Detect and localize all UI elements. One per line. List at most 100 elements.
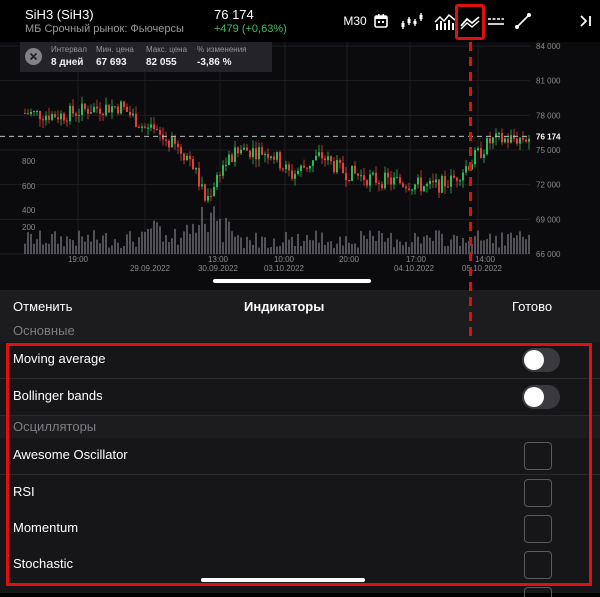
time-axis-label: 13:00 <box>208 255 229 264</box>
trend-icon[interactable] <box>455 4 485 40</box>
chart-type-icon[interactable] <box>398 8 428 34</box>
volume-bar <box>186 224 188 254</box>
volume-bar <box>183 231 185 254</box>
sheet-toolbar: Отменить Индикаторы Готово <box>0 290 600 320</box>
indicator-row-awesome[interactable]: Awesome Oscillator <box>0 438 600 475</box>
candle-body <box>96 106 98 109</box>
volume-bar <box>111 245 113 254</box>
volume-bar <box>273 238 275 254</box>
moving-average-toggle[interactable] <box>522 348 560 372</box>
candle-body <box>210 195 212 197</box>
candle-body <box>276 152 278 160</box>
indicator-row-momentum[interactable]: Momentum <box>0 511 600 548</box>
candle-body <box>447 186 449 188</box>
volume-bar <box>351 243 353 254</box>
momentum-checkbox[interactable] <box>524 515 552 543</box>
candle-body <box>24 113 26 115</box>
candle-body <box>261 147 263 155</box>
volume-bar <box>237 235 239 254</box>
candle-body <box>282 168 284 170</box>
candle-body <box>78 114 80 116</box>
volume-bar <box>201 206 203 254</box>
candle-body <box>90 112 92 114</box>
candle-body <box>42 119 44 121</box>
change-label: % изменения <box>197 45 247 54</box>
toggle-knob <box>524 387 544 407</box>
candle-body <box>243 147 245 150</box>
volume-bar <box>318 242 320 254</box>
candle-body <box>63 113 65 121</box>
done-button[interactable]: Готово <box>512 299 552 314</box>
volume-bar <box>180 237 182 254</box>
volume-bar <box>303 240 305 254</box>
awesome-checkbox[interactable] <box>524 442 552 470</box>
volume-bar <box>249 240 251 254</box>
volume-bar <box>402 245 404 254</box>
candle-body <box>225 164 227 166</box>
levels-icon[interactable] <box>485 8 507 34</box>
candle-body <box>339 160 341 163</box>
awesome-label: Awesome Oscillator <box>13 447 128 462</box>
date-axis-label: 04.10.2022 <box>394 264 435 273</box>
volume-bar <box>108 247 110 254</box>
volume-bar <box>399 241 401 254</box>
price-tick-label: 81 000 <box>536 77 561 86</box>
calendar-icon[interactable] <box>370 8 392 34</box>
close-info-button[interactable] <box>25 48 42 65</box>
candle-body <box>348 180 350 182</box>
timeframe-button[interactable]: M30 <box>340 8 370 34</box>
price-chart[interactable]: 84 000 81 000 78 000 75 000 72 000 69 000 66 0… <box>0 42 600 290</box>
volume-bar <box>30 233 32 254</box>
candle-body <box>483 154 485 158</box>
candle-body <box>366 180 368 186</box>
time-axis-label: 10:00 <box>274 255 295 264</box>
volume-bar <box>153 220 155 254</box>
volume-bar <box>309 240 311 254</box>
volume-bar <box>72 240 74 254</box>
volume-bar <box>144 231 146 254</box>
volume-bar <box>276 246 278 254</box>
ticker-name: SiH3 (SiH3) <box>25 7 94 22</box>
volume-bar <box>405 241 407 254</box>
rsi-checkbox[interactable] <box>524 479 552 507</box>
volume-bar <box>198 225 200 254</box>
candle-body <box>324 158 326 161</box>
candle-body <box>486 138 488 155</box>
volume-bar <box>102 235 104 254</box>
volume-bar <box>78 230 80 254</box>
indicator-row-bollinger[interactable]: Bollinger bands <box>0 379 600 416</box>
indicator-row-rsi[interactable]: RSI <box>0 475 600 512</box>
volume-bar <box>330 241 332 254</box>
candle-body <box>393 177 395 185</box>
volume-bar <box>252 244 254 254</box>
cancel-button[interactable]: Отменить <box>13 299 72 314</box>
current-price-label: 76 174 <box>536 132 561 141</box>
moving-average-label: Moving average <box>13 351 106 366</box>
candle-body <box>30 111 32 115</box>
volume-bar <box>258 247 260 254</box>
volume-bar <box>456 235 458 254</box>
stochastic-checkbox[interactable] <box>524 551 552 579</box>
volume-bar <box>120 247 122 254</box>
volume-bar <box>450 239 452 254</box>
volume-bar <box>174 228 176 254</box>
draw-line-icon[interactable] <box>512 8 534 34</box>
volume-bar <box>168 242 170 254</box>
candle-body <box>126 106 128 112</box>
bollinger-toggle[interactable] <box>522 385 560 409</box>
candle-body <box>51 113 53 120</box>
volume-bar <box>339 236 341 254</box>
volume-bar <box>423 236 425 254</box>
indicator-row-moving-average[interactable]: Moving average <box>0 342 600 379</box>
volume-bar <box>42 244 44 254</box>
candle-body <box>171 136 173 148</box>
candle-body <box>120 101 122 114</box>
candle-body <box>168 140 170 148</box>
collapse-icon[interactable] <box>576 8 594 34</box>
volume-bar <box>312 240 314 254</box>
max-price-label: Макс. цена <box>146 45 188 54</box>
stochastic-label: Stochastic <box>13 556 73 571</box>
candle-body <box>315 155 317 161</box>
volume-bar <box>234 236 236 254</box>
volume-bar <box>306 234 308 254</box>
